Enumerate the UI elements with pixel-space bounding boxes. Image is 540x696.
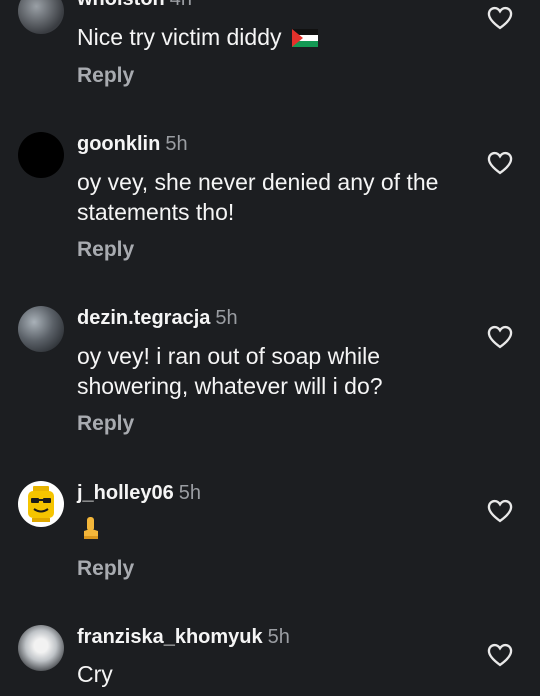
heart-icon[interactable]: [486, 149, 514, 177]
avatar[interactable]: [18, 306, 64, 352]
reply-button[interactable]: Reply: [77, 557, 134, 581]
comment-text: Cry: [77, 661, 113, 687]
comment-meta: franziska_khomyuk 5h: [77, 626, 290, 649]
lego-avatar[interactable]: [18, 481, 64, 527]
comment-text-wrap: Nice try victim diddy: [77, 22, 457, 52]
foot-emoji-icon: [84, 517, 98, 539]
avatar[interactable]: [18, 132, 64, 178]
comment-meta: j_holley06 5h: [77, 482, 201, 505]
reply-button[interactable]: Reply: [77, 64, 134, 88]
timestamp: 5h: [267, 626, 290, 648]
comment-text: Nice try victim diddy: [77, 24, 282, 50]
avatar[interactable]: [18, 0, 64, 34]
lego-head-icon: [28, 486, 54, 522]
timestamp: 5h: [165, 133, 188, 155]
heart-icon[interactable]: [486, 323, 514, 351]
timestamp: 4h: [170, 0, 192, 10]
username[interactable]: goonklin: [77, 133, 160, 155]
reply-button[interactable]: Reply: [77, 238, 134, 262]
comment-text: oy vey! i ran out of soap while showerin…: [77, 343, 383, 399]
heart-icon[interactable]: [486, 4, 514, 32]
username[interactable]: j_holley06: [77, 482, 174, 504]
comment-meta: wholston 4h: [77, 0, 192, 11]
comment-meta: dezin.tegracja 5h: [77, 307, 238, 330]
avatar[interactable]: [18, 625, 64, 671]
palestine-flag-icon: [291, 29, 318, 47]
username[interactable]: dezin.tegracja: [77, 307, 210, 329]
timestamp: 5h: [215, 307, 238, 329]
heart-icon[interactable]: [486, 497, 514, 525]
heart-icon[interactable]: [486, 641, 514, 669]
comment-text: oy vey, she never denied any of the stat…: [77, 169, 439, 225]
username[interactable]: franziska_khomyuk: [77, 626, 263, 648]
username[interactable]: wholston: [77, 0, 165, 10]
timestamp: 5h: [178, 482, 201, 504]
reply-button[interactable]: Reply: [77, 412, 134, 436]
comment-meta: goonklin 5h: [77, 133, 188, 156]
